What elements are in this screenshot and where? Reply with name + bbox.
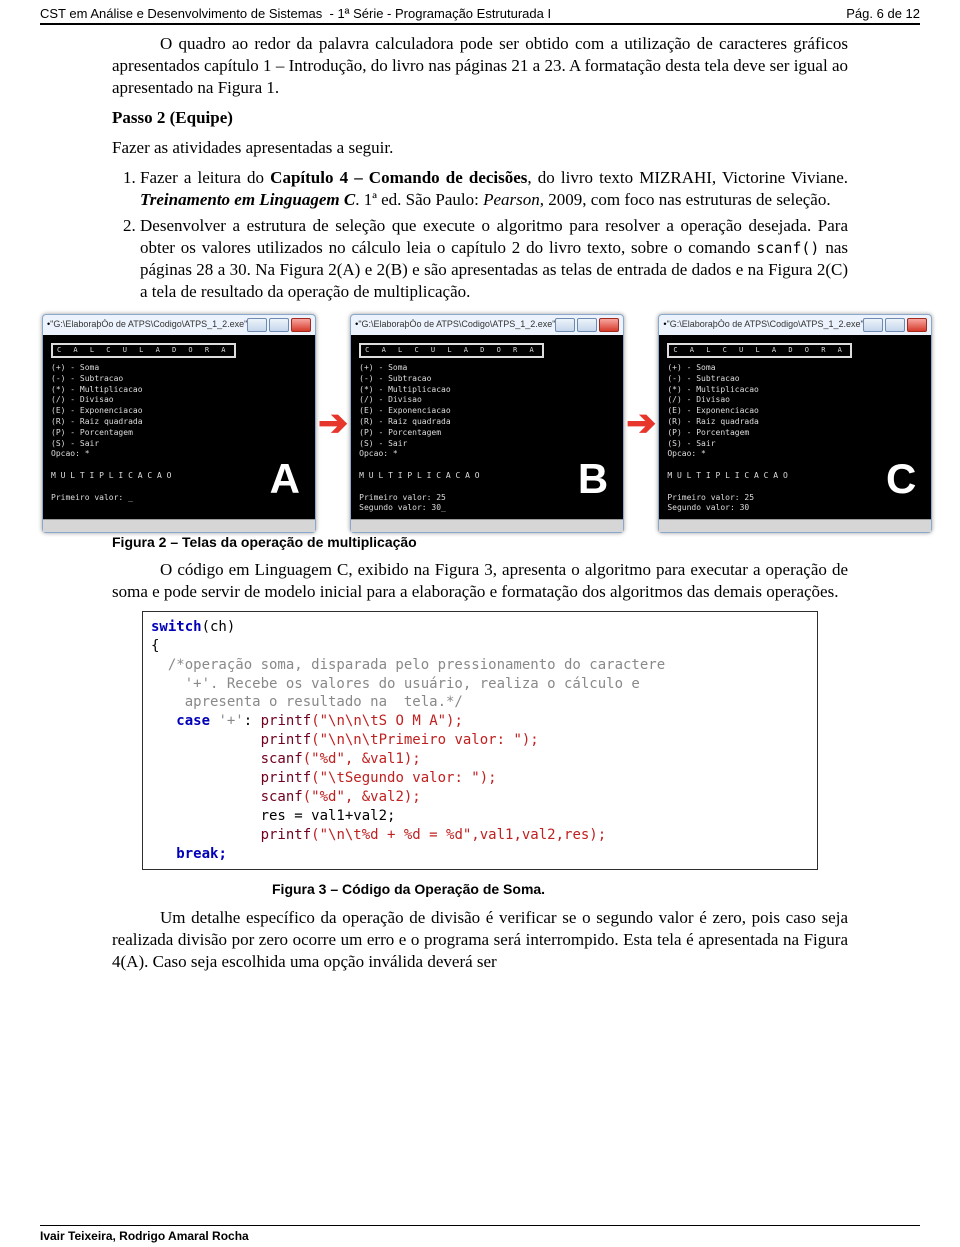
header-left: CST em Análise e Desenvolvimento de Sist… — [40, 6, 551, 21]
minimize-icon — [863, 318, 883, 332]
label-c: C — [886, 452, 916, 507]
maximize-icon — [269, 318, 289, 332]
arrow-right-icon: ➔ — [318, 400, 348, 447]
footer-authors: Ivair Teixeira, Rodrigo Amaral Rocha — [40, 1229, 920, 1243]
maximize-icon — [577, 318, 597, 332]
console-b: •"G:\ElaboraþÒo de ATPS\Codigo\ATPS_1_2.… — [350, 314, 624, 533]
step-heading: Passo 2 (Equipe) — [112, 107, 848, 129]
page-header: CST em Análise e Desenvolvimento de Sist… — [0, 0, 960, 23]
figure3-caption: Figura 3 – Código da Operação de Soma. — [72, 880, 848, 898]
figure2-caption: Figura 2 – Telas da operação de multipli… — [112, 533, 848, 551]
page-footer: Ivair Teixeira, Rodrigo Amaral Rocha — [0, 1221, 960, 1247]
code-block: switch(ch) { /*operação soma, disparada … — [142, 611, 818, 871]
minimize-icon — [555, 318, 575, 332]
console-c: •"G:\ElaboraþÒo de ATPS\Codigo\ATPS_1_2.… — [658, 314, 932, 533]
paragraph-intro: O quadro ao redor da palavra calculadora… — [112, 33, 848, 99]
paragraph-division: Um detalhe específico da operação de div… — [112, 907, 848, 973]
close-icon — [291, 318, 311, 332]
header-rule — [40, 23, 920, 25]
code-figure: switch(ch) { /*operação soma, disparada … — [142, 611, 818, 871]
paragraph-activities: Fazer as atividades apresentadas a segui… — [112, 137, 848, 159]
minimize-icon — [247, 318, 267, 332]
activity-list: Fazer a leitura do Capítulo 4 – Comando … — [112, 167, 848, 304]
console-a: •"G:\ElaboraþÒo de ATPS\Codigo\ATPS_1_2.… — [42, 314, 316, 533]
paragraph-code-intro: O código em Linguagem C, exibido na Figu… — [112, 559, 848, 603]
label-b: B — [578, 452, 608, 507]
list-item: Desenvolver a estrutura de seleção que e… — [140, 215, 848, 303]
header-right: Pág. 6 de 12 — [846, 6, 920, 21]
arrow-right-icon: ➔ — [626, 400, 656, 447]
label-a: A — [270, 452, 300, 507]
list-item: Fazer a leitura do Capítulo 4 – Comando … — [140, 167, 848, 211]
maximize-icon — [885, 318, 905, 332]
close-icon — [907, 318, 927, 332]
close-icon — [599, 318, 619, 332]
console-screenshots: •"G:\ElaboraþÒo de ATPS\Codigo\ATPS_1_2.… — [42, 314, 918, 533]
